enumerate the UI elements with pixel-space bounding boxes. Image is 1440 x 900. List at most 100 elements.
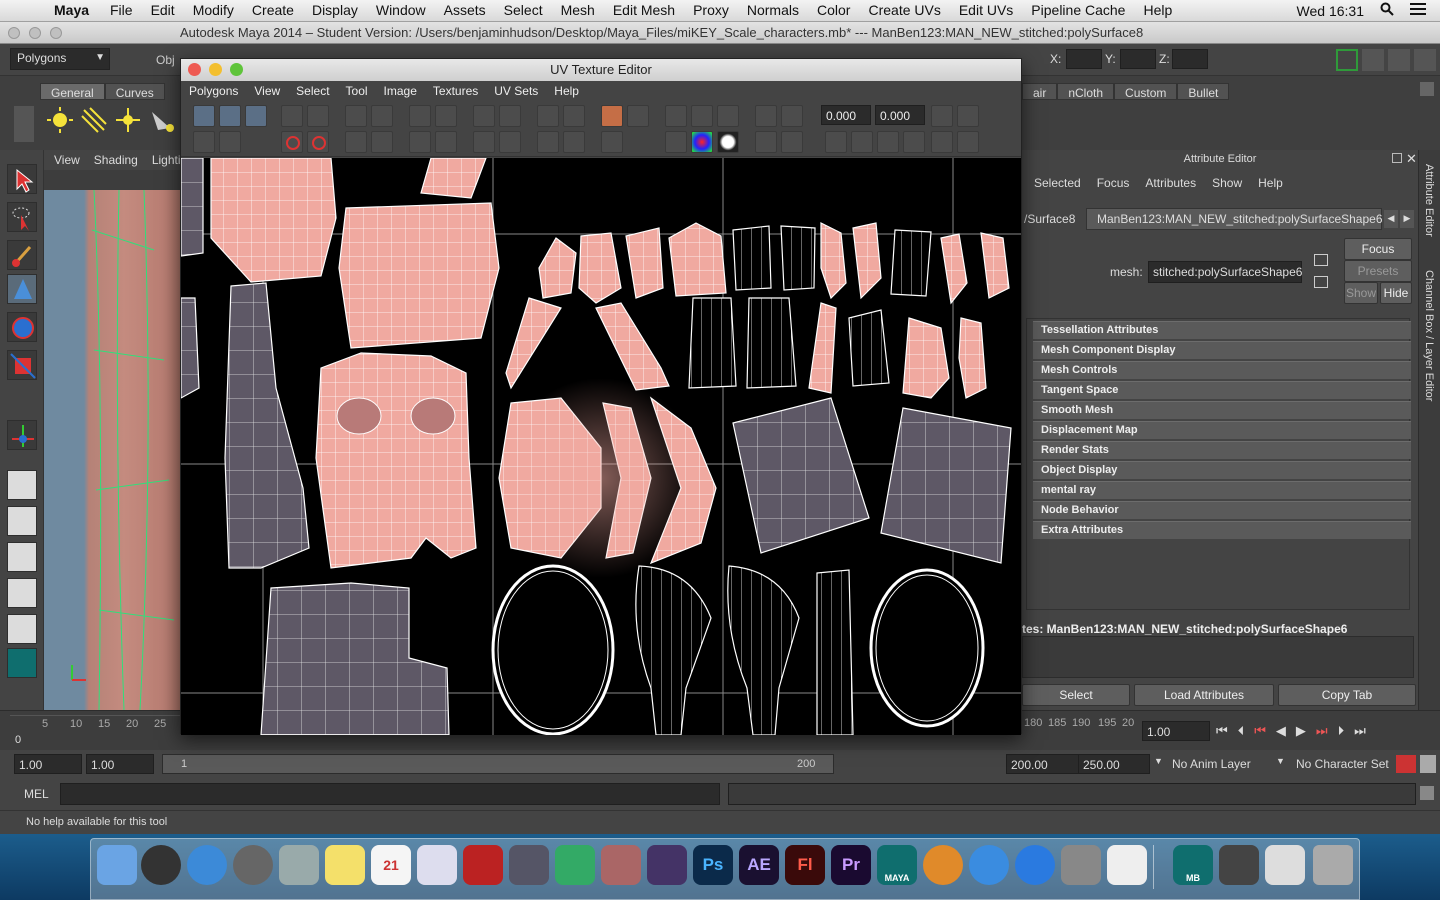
zoom-window-button[interactable] <box>50 27 62 39</box>
ae-menu-attributes[interactable]: Attributes <box>1145 176 1196 190</box>
menu-proxy[interactable]: Proxy <box>693 2 729 18</box>
output-connection-icon[interactable] <box>1314 276 1328 288</box>
trash-icon[interactable] <box>1313 845 1353 885</box>
select-tool-icon[interactable] <box>7 164 37 194</box>
paste-uv-icon[interactable] <box>851 131 873 153</box>
clock[interactable]: Wed 16:31 <box>1297 3 1364 19</box>
photoshop-icon[interactable]: Ps <box>693 845 733 885</box>
after-effects-icon[interactable]: AE <box>739 845 779 885</box>
tab-left-arrow-icon[interactable]: ◀ <box>1384 210 1398 228</box>
viewport-menu-shading[interactable]: Shading <box>94 153 138 167</box>
menu-window[interactable]: Window <box>376 2 426 18</box>
alpha-channel-icon[interactable] <box>717 131 739 153</box>
viewport-panel[interactable]: View Shading Lighti <box>44 150 181 711</box>
remove-all-isolate-icon[interactable] <box>499 131 521 153</box>
align-v-icon[interactable] <box>307 105 329 127</box>
transform-uv-icon[interactable] <box>957 105 979 127</box>
isolate-select-icon[interactable] <box>473 105 495 127</box>
uv-rotate-tool-icon[interactable] <box>219 131 241 153</box>
close-window-button[interactable] <box>8 27 20 39</box>
uv-move-tool-icon[interactable] <box>219 105 241 127</box>
uv-close-button[interactable] <box>188 63 201 76</box>
hide-button[interactable]: Hide <box>1380 282 1412 304</box>
menu-modify[interactable]: Modify <box>193 2 234 18</box>
toggle-panel-icon[interactable] <box>1336 49 1358 71</box>
uv-menu-tool[interactable]: Tool <box>346 84 368 98</box>
section-mesh-component-display[interactable]: Mesh Component Display <box>1033 341 1411 359</box>
trash-shelf-icon[interactable] <box>1420 82 1434 96</box>
shelf-tab-curves[interactable]: Curves <box>104 83 165 100</box>
channel-box-toggle-icon[interactable] <box>1414 49 1436 71</box>
node-tab-polysurface8[interactable]: /Surface8 <box>1024 212 1075 226</box>
paste-v-icon[interactable] <box>903 131 925 153</box>
garageband-icon[interactable] <box>601 845 641 885</box>
uv-smudge-tool-icon[interactable] <box>245 105 267 127</box>
straighten-uv-icon[interactable] <box>409 131 431 153</box>
section-smooth-mesh[interactable]: Smooth Mesh <box>1033 401 1411 419</box>
remove-from-isolate-icon[interactable] <box>473 131 495 153</box>
preview-icon[interactable] <box>279 845 319 885</box>
move-tool-icon[interactable] <box>7 274 37 304</box>
maya-file-icon[interactable]: MB <box>1173 845 1213 885</box>
dim-image-icon[interactable] <box>601 131 623 153</box>
grid-uv-icon[interactable] <box>435 105 457 127</box>
playback-end-field[interactable]: 200.00 <box>1006 754 1082 774</box>
copy-uv-icon[interactable] <box>825 131 847 153</box>
graph-layout-icon[interactable] <box>7 578 37 608</box>
char-set-chevron-icon[interactable]: ▼ <box>1276 756 1285 766</box>
hypershade-layout-icon[interactable] <box>7 614 37 644</box>
frame-selection-icon[interactable] <box>563 105 585 127</box>
safari-icon[interactable] <box>187 845 227 885</box>
uv-menu-help[interactable]: Help <box>554 84 579 98</box>
outliner-layout-icon[interactable] <box>7 542 37 572</box>
texture-borders-icon[interactable] <box>665 131 687 153</box>
uv-menu-polygons[interactable]: Polygons <box>189 84 238 98</box>
display-image-icon[interactable] <box>601 105 623 127</box>
section-tessellation[interactable]: Tessellation Attributes <box>1033 321 1411 339</box>
unfold-uv-icon[interactable] <box>345 131 367 153</box>
viewport-menu-lighting[interactable]: Lighti <box>152 153 181 167</box>
section-displacement-map[interactable]: Displacement Map <box>1033 421 1411 439</box>
ae-menu-selected[interactable]: Selected <box>1034 176 1081 190</box>
end-time-field[interactable]: 250.00 <box>1078 754 1150 774</box>
attribute-editor-toggle-icon[interactable] <box>1362 49 1384 71</box>
menu-assets[interactable]: Assets <box>444 2 486 18</box>
notes-area[interactable] <box>1022 636 1414 678</box>
character-set-label[interactable]: No Character Set <box>1296 757 1389 771</box>
menu-select[interactable]: Select <box>504 2 543 18</box>
step-forward-frame-icon[interactable]: ⏵ <box>1338 723 1345 739</box>
iphoto-icon[interactable] <box>555 845 595 885</box>
side-tab-channel-box[interactable]: Channel Box / Layer Editor <box>1423 270 1435 401</box>
uv-zoom-button[interactable] <box>230 63 243 76</box>
manipulator-tool-icon[interactable] <box>7 420 37 450</box>
uv-menu-view[interactable]: View <box>254 84 280 98</box>
go-to-end-icon[interactable]: ⏭ <box>1354 723 1366 739</box>
shelf-tab-ncloth[interactable]: nCloth <box>1057 83 1115 100</box>
menu-edit-mesh[interactable]: Edit Mesh <box>613 2 675 18</box>
flash-icon[interactable]: Fl <box>785 845 825 885</box>
range-slider[interactable]: 1 200 <box>162 754 834 774</box>
menu-create[interactable]: Create <box>252 2 294 18</box>
app-store-icon[interactable] <box>1015 845 1055 885</box>
shade-uv-icon[interactable] <box>717 105 739 127</box>
point-light-icon[interactable] <box>114 106 142 134</box>
layout-uv-icon[interactable] <box>371 105 393 127</box>
facetime-icon[interactable] <box>509 845 549 885</box>
section-tangent-space[interactable]: Tangent Space <box>1033 381 1411 399</box>
shelf-tab-hair[interactable]: air <box>1022 83 1058 100</box>
reminders-icon[interactable] <box>417 845 457 885</box>
y-field[interactable] <box>1120 49 1156 69</box>
menu-edit-uvs[interactable]: Edit UVs <box>959 2 1013 18</box>
shelf-tab-bullet[interactable]: Bullet <box>1177 83 1230 100</box>
psd-network-icon[interactable] <box>781 105 803 127</box>
ae-menu-show[interactable]: Show <box>1212 176 1242 190</box>
spot-light-icon[interactable] <box>148 106 176 134</box>
section-mental-ray[interactable]: mental ray <box>1033 481 1411 499</box>
input-connection-icon[interactable] <box>1314 254 1328 266</box>
shelf-tab-custom[interactable]: Custom <box>1114 83 1178 100</box>
node-tab-polysurfaceshape6[interactable]: ManBen123:MAN_NEW_stitched:polySurfaceSh… <box>1086 208 1383 230</box>
select-shell-icon[interactable] <box>409 105 431 127</box>
shelf-menu-icon[interactable] <box>14 106 34 142</box>
imovie-icon[interactable] <box>647 845 687 885</box>
close-panel-icon[interactable]: ✕ <box>1406 151 1417 167</box>
